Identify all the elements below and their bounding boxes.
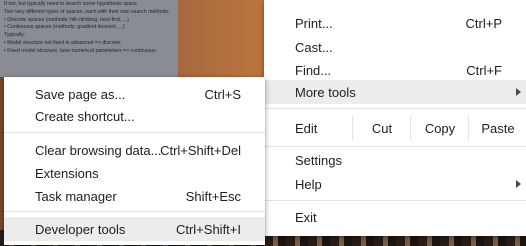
menu-separator — [4, 211, 265, 212]
doc-line: • Continuous spaces (methods: gradient d… — [4, 24, 125, 31]
menu-item-save-page[interactable]: Save page as... Ctrl+S — [4, 82, 265, 106]
menu-item-shortcut: Ctrl+P — [465, 15, 502, 31]
menu-separator — [264, 200, 526, 201]
menu-item-label: Create shortcut... — [35, 108, 135, 124]
menu-item-create-shortcut[interactable]: Create shortcut... — [4, 104, 265, 128]
menu-item-label: Extensions — [35, 165, 99, 181]
doc-line: • Model structure not fixed in advanced … — [4, 39, 121, 46]
menu-item-help[interactable]: Help — [264, 172, 526, 196]
menu-item-label: Print... — [295, 15, 333, 31]
browser-main-menu: Print... Ctrl+P Cast... Find... Ctrl+F M… — [264, 0, 526, 236]
submenu-arrow-icon — [516, 88, 521, 96]
menu-item-shortcut: Ctrl+S — [204, 86, 241, 102]
menu-item-clear-browsing-data[interactable]: Clear browsing data... Ctrl+Shift+Del — [4, 138, 265, 162]
menu-item-find[interactable]: Find... Ctrl+F — [264, 58, 526, 82]
menu-item-label: Developer tools — [35, 221, 126, 237]
menu-item-label: Exit — [295, 209, 317, 225]
menu-item-label: Find... — [295, 62, 332, 78]
menu-item-settings[interactable]: Settings — [264, 148, 526, 172]
submenu-arrow-icon — [516, 180, 521, 188]
menu-item-shortcut: Ctrl+Shift+Del — [160, 142, 241, 158]
menu-separator — [4, 132, 265, 133]
menu-item-label: Help — [295, 176, 322, 192]
menu-item-developer-tools[interactable]: Developer tools Ctrl+Shift+I — [4, 217, 265, 241]
menu-item-extensions[interactable]: Extensions — [4, 161, 265, 185]
menu-item-label: Clear browsing data... — [35, 142, 162, 158]
menu-item-label: More tools — [295, 84, 356, 100]
menu-item-label: Settings — [295, 152, 342, 168]
menu-item-shortcut: Ctrl+Shift+I — [175, 221, 241, 237]
menu-item-task-manager[interactable]: Task manager Shift+Esc — [4, 184, 265, 208]
doc-line: • Discrete spaces (methods: hill-climbin… — [4, 16, 129, 23]
doc-line: Two very different types of spaces, each… — [4, 8, 170, 15]
more-tools-submenu: Save page as... Ctrl+S Create shortcut..… — [4, 77, 265, 245]
menu-item-shortcut: Ctrl+F — [466, 62, 502, 78]
doc-line: Typically: — [4, 32, 26, 39]
paste-button[interactable]: Paste — [468, 116, 526, 140]
menu-item-label: Cast... — [295, 39, 333, 55]
menu-separator — [264, 108, 526, 109]
edit-label: Edit — [295, 121, 318, 136]
menu-item-label: Task manager — [35, 188, 117, 204]
cut-button[interactable]: Cut — [352, 116, 411, 140]
menu-separator — [264, 146, 526, 147]
copy-button[interactable]: Copy — [410, 116, 469, 140]
menu-item-shortcut: Shift+Esc — [185, 188, 241, 204]
background-document: If not, but typically need to search som… — [0, 0, 178, 77]
menu-item-label: Save page as... — [35, 86, 126, 102]
menu-item-print[interactable]: Print... Ctrl+P — [264, 11, 526, 35]
doc-line: If not, but typically need to search som… — [4, 1, 137, 7]
doc-line: • Fixed model structure, tune numerical … — [4, 47, 156, 54]
edit-row: Edit Cut Copy Paste — [264, 116, 526, 140]
menu-item-cast[interactable]: Cast... — [264, 35, 526, 59]
menu-item-more-tools[interactable]: More tools — [264, 80, 526, 104]
menu-item-exit[interactable]: Exit — [264, 205, 526, 229]
